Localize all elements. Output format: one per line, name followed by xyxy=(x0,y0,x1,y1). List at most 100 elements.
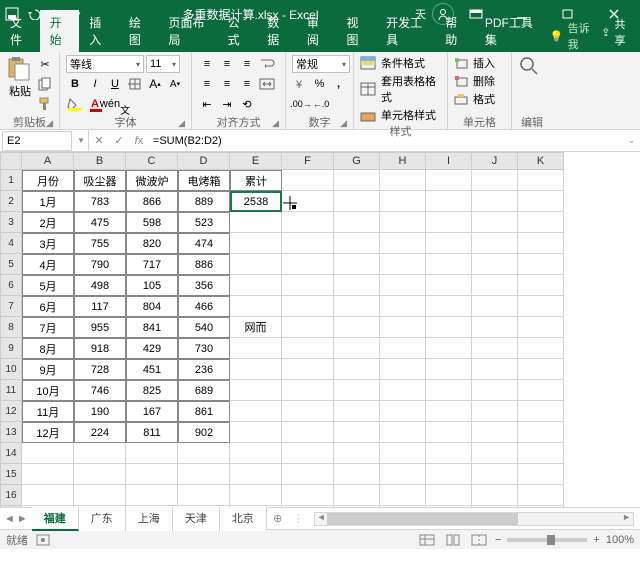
cell[interactable] xyxy=(518,296,564,317)
zoom-out-button[interactable]: − xyxy=(495,534,501,546)
cell[interactable]: 5月 xyxy=(22,275,74,296)
scroll-left-icon[interactable]: ◄ xyxy=(317,512,326,522)
cell[interactable]: 790 xyxy=(74,254,126,275)
cell[interactable] xyxy=(334,464,380,485)
expand-formula-icon[interactable]: ⌄ xyxy=(623,136,640,145)
cell[interactable] xyxy=(472,338,518,359)
decrease-decimal-icon[interactable]: ←.0 xyxy=(312,95,330,113)
cell[interactable] xyxy=(178,485,230,506)
cell[interactable] xyxy=(334,191,380,212)
cell[interactable] xyxy=(472,170,518,191)
cell[interactable]: 841 xyxy=(126,317,178,338)
ribbon-tab-7[interactable]: 审阅 xyxy=(297,10,337,52)
cell[interactable] xyxy=(334,359,380,380)
cell[interactable] xyxy=(334,380,380,401)
cell[interactable] xyxy=(426,401,472,422)
column-header[interactable]: G xyxy=(334,152,380,170)
row-header[interactable]: 5 xyxy=(0,254,22,275)
cell[interactable] xyxy=(380,212,426,233)
sheet-tab[interactable]: 广东 xyxy=(79,507,126,531)
cell[interactable] xyxy=(518,422,564,443)
cell[interactable] xyxy=(334,275,380,296)
cell[interactable] xyxy=(472,401,518,422)
cell[interactable] xyxy=(472,191,518,212)
cell[interactable] xyxy=(518,254,564,275)
cell[interactable] xyxy=(472,317,518,338)
cell[interactable] xyxy=(518,233,564,254)
cell[interactable] xyxy=(380,170,426,191)
cell[interactable] xyxy=(74,464,126,485)
cell[interactable] xyxy=(334,443,380,464)
column-header[interactable]: E xyxy=(230,152,282,170)
cell[interactable] xyxy=(22,443,74,464)
cell[interactable] xyxy=(334,506,380,507)
cell[interactable]: 540 xyxy=(178,317,230,338)
cell[interactable] xyxy=(426,443,472,464)
cell[interactable]: 吸尘器 xyxy=(74,170,126,191)
cell[interactable] xyxy=(282,233,334,254)
row-header[interactable]: 8 xyxy=(0,317,22,338)
column-header[interactable]: J xyxy=(472,152,518,170)
cell[interactable] xyxy=(334,401,380,422)
cell[interactable]: 2538 xyxy=(230,191,282,212)
font-size-select[interactable]: 11▾ xyxy=(146,55,180,73)
normal-view-icon[interactable] xyxy=(417,532,437,548)
cell[interactable] xyxy=(472,506,518,507)
cell[interactable] xyxy=(518,191,564,212)
cell[interactable] xyxy=(230,359,282,380)
row-header[interactable]: 7 xyxy=(0,296,22,317)
cell[interactable] xyxy=(230,464,282,485)
cell[interactable] xyxy=(426,254,472,275)
ribbon-tab-2[interactable]: 插入 xyxy=(79,10,119,52)
cell[interactable] xyxy=(334,317,380,338)
cell[interactable] xyxy=(126,485,178,506)
cell[interactable] xyxy=(282,464,334,485)
paste-button[interactable]: 粘贴 xyxy=(6,55,34,99)
cell[interactable] xyxy=(74,506,126,507)
cell[interactable] xyxy=(178,506,230,507)
cell[interactable] xyxy=(426,359,472,380)
wrap-text-icon[interactable] xyxy=(258,55,276,73)
zoom-slider[interactable] xyxy=(507,538,587,542)
column-header[interactable]: I xyxy=(426,152,472,170)
cell[interactable]: 866 xyxy=(126,191,178,212)
cell[interactable] xyxy=(282,359,334,380)
cell[interactable] xyxy=(282,485,334,506)
cell[interactable] xyxy=(472,275,518,296)
row-header[interactable]: 3 xyxy=(0,212,22,233)
cell[interactable]: 689 xyxy=(178,380,230,401)
sheet-nav-prev-icon[interactable]: ◄ xyxy=(4,513,15,525)
cell[interactable] xyxy=(334,212,380,233)
redo-icon[interactable] xyxy=(48,6,64,22)
cell[interactable]: 746 xyxy=(74,380,126,401)
macro-record-icon[interactable] xyxy=(36,534,50,546)
cell[interactable] xyxy=(126,443,178,464)
page-break-view-icon[interactable] xyxy=(469,532,489,548)
cell[interactable] xyxy=(126,464,178,485)
cell[interactable] xyxy=(334,233,380,254)
cell[interactable]: 网而 xyxy=(230,317,282,338)
select-all-corner[interactable] xyxy=(0,152,22,170)
comma-icon[interactable]: , xyxy=(330,75,347,93)
cell[interactable]: 7月 xyxy=(22,317,74,338)
cell[interactable] xyxy=(22,485,74,506)
align-center-icon[interactable]: ≡ xyxy=(218,75,236,93)
cell[interactable] xyxy=(472,443,518,464)
sheet-tab[interactable]: 天津 xyxy=(173,507,220,531)
align-right-icon[interactable]: ≡ xyxy=(238,75,256,93)
align-top-icon[interactable]: ≡ xyxy=(198,55,216,73)
cell[interactable] xyxy=(426,317,472,338)
cell[interactable] xyxy=(282,254,334,275)
ribbon-tab-3[interactable]: 绘图 xyxy=(119,10,159,52)
cell[interactable]: 累计 xyxy=(230,170,282,191)
cell[interactable] xyxy=(230,212,282,233)
fx-icon[interactable]: fx xyxy=(129,131,149,151)
row-header[interactable]: 10 xyxy=(0,359,22,380)
row-header[interactable]: 11 xyxy=(0,380,22,401)
cell[interactable]: 8月 xyxy=(22,338,74,359)
dialog-launcher-icon[interactable]: ◢ xyxy=(178,118,185,129)
cell[interactable] xyxy=(426,233,472,254)
cell[interactable] xyxy=(178,443,230,464)
cell[interactable] xyxy=(282,338,334,359)
cut-icon[interactable]: ✂ xyxy=(36,55,54,73)
